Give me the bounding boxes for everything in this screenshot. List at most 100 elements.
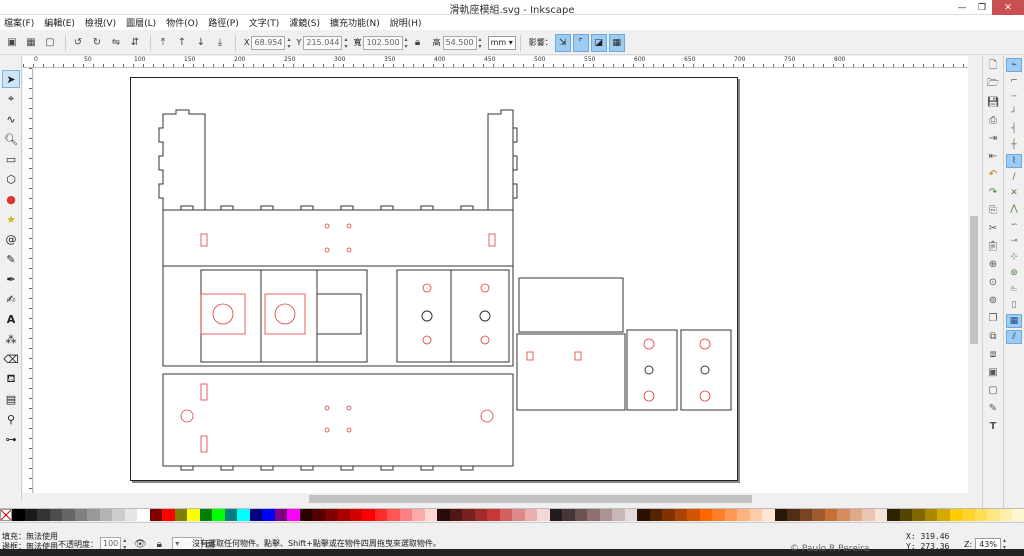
paint-bucket-tool-icon[interactable]: ⛾	[2, 370, 20, 388]
zoom-page-icon[interactable]: ⊚	[985, 292, 1001, 308]
snap-guide-icon[interactable]: ⫽	[1006, 330, 1022, 344]
color-swatch[interactable]	[437, 509, 450, 521]
color-swatch[interactable]	[74, 509, 87, 521]
height-spinner[interactable]: ▴ ▾	[477, 36, 484, 50]
color-swatch[interactable]	[749, 509, 762, 521]
lower-to-bottom-icon[interactable]: ⤓	[212, 35, 228, 51]
new-document-icon[interactable]: 🗋	[985, 58, 1001, 74]
color-swatch[interactable]	[337, 509, 350, 521]
paste-icon[interactable]: 📋︎	[985, 238, 1001, 254]
menu-path[interactable]: 路徑(P)	[208, 16, 238, 29]
x-spinner[interactable]: ▴ ▾	[285, 36, 292, 50]
rotate-cw-icon[interactable]: ↻	[89, 35, 105, 51]
text-font-dialog-icon[interactable]: T	[985, 418, 1001, 434]
snap-bbox-midpoint-icon[interactable]: ┤	[1006, 122, 1022, 136]
move-patterns-toggle-icon[interactable]: ▦	[608, 33, 625, 52]
color-swatch[interactable]	[587, 509, 600, 521]
color-swatch[interactable]	[187, 509, 200, 521]
spray-tool-icon[interactable]: ⁂	[2, 330, 20, 348]
ellipse-tool-icon[interactable]: ●	[2, 190, 20, 208]
color-swatch[interactable]	[262, 509, 275, 521]
color-swatch[interactable]	[949, 509, 962, 521]
color-swatch[interactable]	[787, 509, 800, 521]
color-swatch[interactable]	[1012, 509, 1024, 521]
color-swatch[interactable]	[724, 509, 737, 521]
color-swatch[interactable]	[124, 509, 137, 521]
menu-layer[interactable]: 圖層(L)	[126, 16, 156, 29]
color-swatch[interactable]	[624, 509, 637, 521]
cut-icon[interactable]: ✂	[985, 220, 1001, 236]
gradient-tool-icon[interactable]: ▤	[2, 390, 20, 408]
color-swatch[interactable]	[62, 509, 75, 521]
maximize-button[interactable]: ❐	[972, 0, 992, 15]
dropper-tool-icon[interactable]: ⚲	[2, 410, 20, 428]
color-swatch[interactable]	[599, 509, 612, 521]
color-swatch[interactable]	[712, 509, 725, 521]
color-swatch[interactable]	[199, 509, 212, 521]
snap-page-border-icon[interactable]: ▯	[1006, 298, 1022, 312]
color-swatch[interactable]	[49, 509, 62, 521]
color-swatch[interactable]	[637, 509, 650, 521]
3d-box-tool-icon[interactable]: ⬡	[2, 170, 20, 188]
color-swatch[interactable]	[99, 509, 112, 521]
node-tool-icon[interactable]: ⌖	[2, 90, 20, 108]
width-field[interactable]: 102.500	[363, 35, 403, 50]
redo-icon[interactable]: ↷	[985, 184, 1001, 200]
color-swatch[interactable]	[524, 509, 537, 521]
vertical-scroll-thumb[interactable]	[970, 216, 978, 344]
color-swatch[interactable]	[449, 509, 462, 521]
color-swatch[interactable]	[699, 509, 712, 521]
color-swatch[interactable]	[812, 509, 825, 521]
color-swatch[interactable]	[237, 509, 250, 521]
snap-bbox-center-icon[interactable]: ┼	[1006, 138, 1022, 152]
ungroup-icon[interactable]: ▢	[985, 382, 1001, 398]
page-area[interactable]	[130, 77, 738, 481]
color-swatch[interactable]	[24, 509, 37, 521]
color-swatch[interactable]	[649, 509, 662, 521]
width-spinner[interactable]: ▴ ▾	[403, 36, 410, 50]
color-swatch[interactable]	[249, 509, 262, 521]
snap-rotation-center-icon[interactable]: ⊛	[1006, 266, 1022, 280]
color-swatch[interactable]	[674, 509, 687, 521]
color-swatch[interactable]	[937, 509, 950, 521]
deselect-icon[interactable]: ▢	[42, 35, 58, 51]
color-swatch[interactable]	[574, 509, 587, 521]
clone-icon[interactable]: ⧉	[985, 328, 1001, 344]
group-icon[interactable]: ▣	[985, 364, 1001, 380]
menu-object[interactable]: 物件(O)	[166, 16, 198, 29]
color-swatch[interactable]	[399, 509, 412, 521]
vertical-ruler[interactable]	[23, 68, 33, 493]
color-swatch[interactable]	[962, 509, 975, 521]
rotate-ccw-icon[interactable]: ↺	[70, 35, 86, 51]
unit-select[interactable]: mm ▾	[487, 35, 516, 50]
color-swatch[interactable]	[612, 509, 625, 521]
color-swatch[interactable]	[374, 509, 387, 521]
undo-icon[interactable]: ↶	[985, 166, 1001, 182]
horizontal-scroll-thumb[interactable]	[309, 495, 752, 503]
snap-intersections-icon[interactable]: ✕	[1006, 186, 1022, 200]
color-swatch[interactable]	[662, 509, 675, 521]
unlink-clone-icon[interactable]: ⧈	[985, 346, 1001, 362]
color-swatch[interactable]	[912, 509, 925, 521]
zoom-tool-icon[interactable]: 🔍︎	[2, 130, 20, 148]
color-swatch[interactable]	[12, 509, 25, 521]
snap-midpoint-icon[interactable]: ⊸	[1006, 234, 1022, 248]
snap-bbox-edge-icon[interactable]: ╌	[1006, 90, 1022, 104]
color-swatch[interactable]	[862, 509, 875, 521]
eraser-tool-icon[interactable]: ⌫	[2, 350, 20, 368]
pen-tool-icon[interactable]: ✒	[2, 270, 20, 288]
height-field[interactable]: 54.500	[442, 35, 477, 50]
color-swatch[interactable]	[849, 509, 862, 521]
color-swatch[interactable]	[774, 509, 787, 521]
snap-nodes-icon[interactable]: ⌇	[1006, 154, 1022, 168]
menu-help[interactable]: 說明(H)	[390, 16, 422, 29]
flip-vertical-icon[interactable]: ⇵	[127, 35, 143, 51]
connector-tool-icon[interactable]: ⊶	[2, 430, 20, 448]
close-button[interactable]: ✕	[992, 0, 1024, 15]
color-swatch[interactable]	[424, 509, 437, 521]
color-swatch[interactable]	[799, 509, 812, 521]
color-swatch[interactable]	[412, 509, 425, 521]
color-swatch[interactable]	[512, 509, 525, 521]
spiral-tool-icon[interactable]: @	[2, 230, 20, 248]
raise-to-top-icon[interactable]: ⤒	[155, 35, 171, 51]
